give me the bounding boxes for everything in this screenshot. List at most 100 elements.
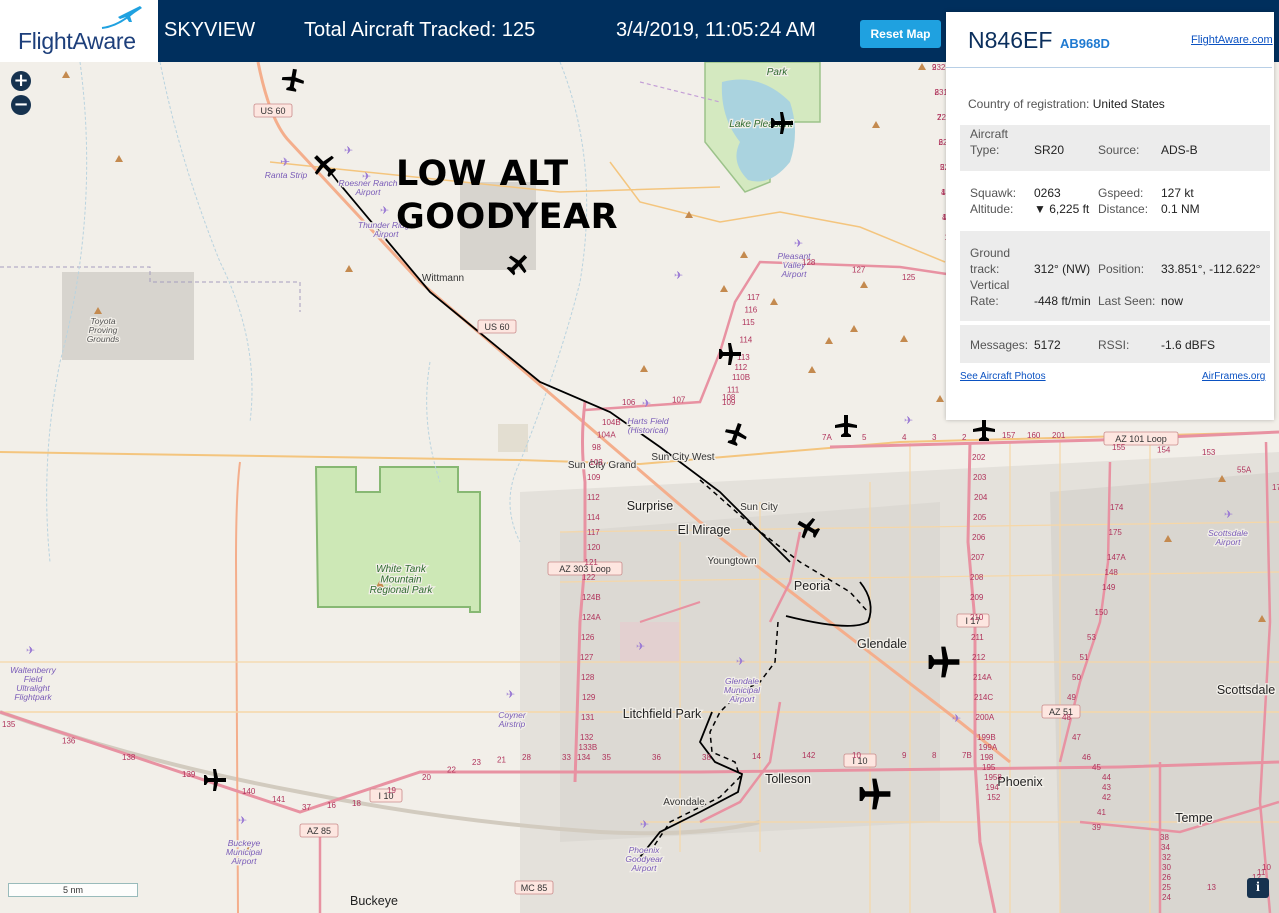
type-band: Aircraft Type: SR20 Source: ADS-B	[960, 125, 1270, 171]
mile-marker: 16	[327, 801, 336, 810]
rssi-value: -1.6 dBFS	[1161, 338, 1216, 352]
svg-text:✈: ✈	[642, 397, 651, 410]
mile-marker: 37	[302, 803, 311, 812]
mile-marker: 175	[1109, 528, 1123, 537]
svg-text:AZ 85: AZ 85	[307, 826, 331, 836]
squawk-label: Squawk:	[970, 186, 1017, 200]
mile-marker: 55A	[1237, 466, 1252, 475]
annotation-line-1: LOW ALT	[396, 154, 569, 194]
altitude-value: ▼ 6,225 ft	[1034, 202, 1090, 216]
mile-marker: 138	[122, 753, 136, 762]
zoom-in-button[interactable]: +	[11, 71, 31, 91]
mile-marker: 121	[585, 558, 599, 567]
mile-marker: 112	[587, 493, 600, 502]
mile-marker: 150	[1095, 608, 1109, 617]
mile-marker: 142	[802, 751, 816, 760]
last-seen-value: now	[1161, 294, 1184, 308]
mile-marker: 114	[740, 336, 753, 345]
mile-marker: 205	[973, 513, 987, 522]
info-button[interactable]: i	[1247, 878, 1269, 898]
annotation-line-2: GOODYEAR	[396, 197, 619, 237]
mile-marker: 104A	[597, 431, 616, 440]
mile-marker: 10	[1262, 863, 1271, 872]
mile-marker: 117	[747, 293, 760, 302]
flightaware-link[interactable]: FlightAware.com	[1191, 34, 1273, 46]
place-label: Sun City West	[651, 452, 714, 463]
mile-marker: 1958	[984, 773, 1002, 782]
aircraft-tracked-count: Total Aircraft Tracked: 125	[304, 19, 536, 41]
reset-map-button[interactable]: Reset Map	[860, 20, 941, 48]
road-shield: MC 85	[514, 880, 554, 895]
mile-marker: 207	[971, 553, 985, 562]
mile-marker: 115	[742, 318, 755, 327]
mile-marker: 152	[987, 793, 1001, 802]
mile-marker: 155	[1112, 443, 1126, 452]
mile-marker: 194	[986, 783, 1000, 792]
mile-marker: 104B	[602, 418, 621, 427]
country-label: Country of registration:	[968, 97, 1090, 111]
mile-marker: 49	[1067, 693, 1076, 702]
altitude-label: Altitude:	[970, 202, 1014, 216]
mile-marker: 114	[587, 513, 600, 522]
mile-marker: 199B	[977, 733, 996, 742]
mile-marker: 44	[1102, 773, 1111, 782]
mile-marker: 32	[1162, 853, 1171, 862]
mile-marker: 149	[1102, 583, 1116, 592]
mile-marker: 33	[562, 753, 571, 762]
mile-marker: 35	[602, 753, 611, 762]
svg-text:✈: ✈	[506, 688, 515, 701]
position-value: 33.851°, -112.622°	[1161, 262, 1261, 276]
mile-marker: 212	[972, 653, 986, 662]
mile-marker: 23	[472, 758, 481, 767]
mile-marker: 41	[1097, 808, 1106, 817]
place-label: Wittmann	[422, 273, 464, 284]
mile-marker: 210	[970, 613, 984, 622]
place-label: Avondale	[663, 797, 705, 808]
mile-marker: 5	[862, 433, 867, 442]
mile-marker: 3	[932, 433, 937, 442]
aircraft-registration: N846EF	[968, 27, 1053, 53]
vertical-rate-value: -448 ft/min	[1034, 294, 1091, 308]
mile-marker: 7	[937, 113, 942, 122]
position-label: Position:	[1098, 262, 1145, 276]
aircraft-photos-link[interactable]: See Aircraft Photos	[960, 371, 1046, 382]
mile-marker: 20	[422, 773, 431, 782]
svg-text:✈: ✈	[674, 269, 683, 282]
place-label: Surprise	[627, 499, 674, 513]
mile-marker: 46	[1082, 753, 1091, 762]
mile-marker: 36	[652, 753, 661, 762]
place-label: Scottsdale	[1217, 683, 1275, 697]
road-shield: I 10	[369, 788, 403, 803]
flightaware-logo[interactable]: FlightAware	[0, 0, 158, 62]
mile-marker: 211	[971, 633, 984, 642]
airframes-link[interactable]: AirFrames.org	[1202, 371, 1265, 382]
distance-value: 0.1 NM	[1161, 202, 1200, 216]
place-label: Coyner Airstrip	[498, 710, 527, 729]
svg-text:✈: ✈	[238, 814, 247, 827]
mile-marker: 53	[1087, 633, 1096, 642]
mile-marker: 14	[752, 752, 761, 761]
place-label: Peoria	[794, 579, 830, 593]
mile-marker: 204	[974, 493, 988, 502]
mile-marker: 25	[1162, 883, 1171, 892]
mile-marker: 38	[702, 753, 711, 762]
zoom-out-button[interactable]: −	[11, 95, 31, 115]
mile-marker: 160	[1027, 431, 1041, 440]
mile-marker: 13	[1207, 883, 1216, 892]
aircraft-hex-code: AB968D	[1060, 36, 1110, 51]
mile-marker: 112	[735, 363, 748, 372]
mile-marker: 198	[980, 753, 994, 762]
scale-bar: 5 nm	[8, 883, 138, 897]
timestamp: 3/4/2019, 11:05:24 AM	[616, 19, 816, 41]
mile-marker: 125	[902, 273, 916, 282]
mile-marker: 209	[970, 593, 984, 602]
place-label: Park	[767, 67, 789, 78]
mile-marker: 19	[387, 786, 396, 795]
place-label: Tempe	[1175, 811, 1213, 825]
mile-marker: 108	[722, 393, 736, 402]
mile-marker: 43	[1102, 783, 1111, 792]
mile-marker: 129	[582, 693, 596, 702]
svg-text:✈: ✈	[1224, 508, 1233, 521]
svg-text:US 60: US 60	[484, 322, 509, 332]
place-label: Toyota Proving Grounds	[87, 316, 120, 344]
